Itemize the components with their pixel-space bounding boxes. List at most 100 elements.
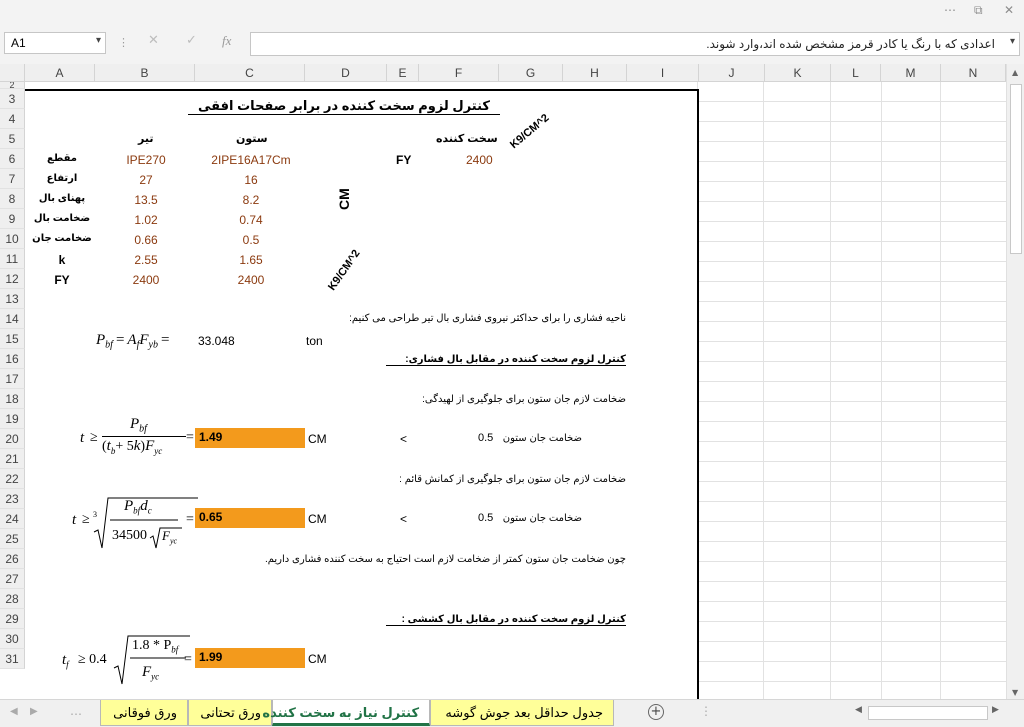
- tab-scroll-right-icon[interactable]: ▶: [30, 706, 38, 717]
- required-web-thickness-crippling[interactable]: 1.49: [195, 428, 305, 448]
- expand-formula-icon[interactable]: ▾: [1010, 36, 1015, 47]
- row-header[interactable]: 28: [0, 589, 25, 609]
- formula-tensile: tf ≥ 0.4 1.8 * Pbf Fyc =: [62, 634, 194, 686]
- row-header[interactable]: 7: [0, 169, 25, 189]
- row-header[interactable]: 16: [0, 349, 25, 369]
- beam-value[interactable]: 2400: [96, 273, 196, 287]
- column-value[interactable]: 1.65: [196, 253, 306, 267]
- row-header[interactable]: 23: [0, 489, 25, 509]
- tab-weld-table[interactable]: جدول حداقل بعد جوش گوشه: [430, 700, 614, 726]
- column-value[interactable]: 0.5: [196, 233, 306, 247]
- sheet-tab-bar: ◀ ▶ … ورق فوقانی ورق تحتانی کنترل نیاز ب…: [0, 699, 1024, 727]
- row-header[interactable]: 3: [0, 89, 25, 109]
- formula-bar-separator-icon[interactable]: ⋮: [118, 36, 129, 49]
- r19-unit: CM: [308, 432, 327, 446]
- beam-value[interactable]: 0.66: [96, 233, 196, 247]
- row-header[interactable]: 22: [0, 469, 25, 489]
- vertical-scrollbar[interactable]: ▲ ▼: [1006, 64, 1024, 699]
- pbf-unit: ton: [306, 334, 323, 348]
- horizontal-scrollbar[interactable]: [868, 706, 988, 720]
- spreadsheet-grid[interactable]: ABCDEFGHIJKLMN 2 3 4 5 6 7 8 9 10 11 12 13 14 15 16 17 1…: [0, 64, 1006, 699]
- row-header[interactable]: 25: [0, 529, 25, 549]
- row-header[interactable]: 21: [0, 449, 25, 469]
- column-header[interactable]: I: [627, 64, 699, 82]
- row-header[interactable]: 11: [0, 249, 25, 269]
- column-header[interactable]: N: [941, 64, 1006, 82]
- tab-top-plate[interactable]: ورق فوقانی: [100, 700, 188, 726]
- row-header[interactable]: 17: [0, 369, 25, 389]
- required-web-thickness-buckling[interactable]: 0.65: [195, 508, 305, 528]
- row13-text: ناحیه فشاری را برای حداکثر نیروی فشاری ب…: [349, 313, 626, 324]
- row-header[interactable]: 2: [0, 82, 25, 89]
- row-header[interactable]: 30: [0, 629, 25, 649]
- column-header[interactable]: D: [305, 64, 387, 82]
- column-header[interactable]: F: [419, 64, 499, 82]
- row-header[interactable]: 19: [0, 409, 25, 429]
- row-header[interactable]: 8: [0, 189, 25, 209]
- more-tabs-icon[interactable]: …: [70, 704, 82, 718]
- row25-text: چون ضخامت جان ستون کمتر از ضخامت لازم اس…: [264, 554, 626, 565]
- row-header[interactable]: 15: [0, 329, 25, 349]
- row-header[interactable]: 29: [0, 609, 25, 629]
- column-value[interactable]: 16: [196, 173, 306, 187]
- row-header[interactable]: 26: [0, 549, 25, 569]
- column-header[interactable]: H: [563, 64, 627, 82]
- row-header[interactable]: 14: [0, 309, 25, 329]
- formula-input[interactable]: اعدادی که با رنگ یا کادر قرمز مشخص شده ا…: [250, 32, 1020, 56]
- beam-value[interactable]: 27: [96, 173, 196, 187]
- column-value[interactable]: 0.74: [196, 213, 306, 227]
- column-value[interactable]: 2IPE16A17Cm: [196, 153, 306, 167]
- column-header[interactable]: C: [195, 64, 305, 82]
- row-header[interactable]: 31: [0, 649, 25, 669]
- row-header[interactable]: 10: [0, 229, 25, 249]
- scroll-thumb[interactable]: [1010, 84, 1022, 254]
- row-header[interactable]: 24: [0, 509, 25, 529]
- scroll-up-icon[interactable]: ▲: [1012, 68, 1018, 77]
- row-header[interactable]: 13: [0, 289, 25, 309]
- beam-value[interactable]: 1.02: [96, 213, 196, 227]
- restore-window-icon[interactable]: ⧉: [974, 3, 983, 18]
- close-window-icon[interactable]: ✕: [1004, 3, 1014, 17]
- column-header[interactable]: G: [499, 64, 563, 82]
- chevron-down-icon[interactable]: ▾: [96, 35, 101, 46]
- cancel-icon[interactable]: ✕: [148, 33, 159, 48]
- r23-unit: CM: [308, 512, 327, 526]
- row-header[interactable]: 6: [0, 149, 25, 169]
- tab-scroll-left-icon[interactable]: ◀: [10, 706, 18, 717]
- name-box[interactable]: A1 ▾: [4, 32, 106, 54]
- row-header[interactable]: 20: [0, 429, 25, 449]
- beam-value[interactable]: 2.55: [96, 253, 196, 267]
- r19-compare: <: [400, 432, 408, 446]
- beam-value[interactable]: 13.5: [96, 193, 196, 207]
- row-header[interactable]: 4: [0, 109, 25, 129]
- hscroll-right-icon[interactable]: ▶: [992, 705, 999, 715]
- beam-value[interactable]: IPE270: [96, 153, 196, 167]
- scroll-down-icon[interactable]: ▼: [1012, 688, 1018, 697]
- more-options-icon[interactable]: ⋯: [944, 3, 956, 17]
- tab-stiffener-check[interactable]: کنترل نیاز به سخت کننده: [262, 700, 430, 726]
- column-value[interactable]: 2400: [196, 273, 306, 287]
- column-header[interactable]: A: [25, 64, 95, 82]
- required-flange-thickness[interactable]: 1.99: [195, 648, 305, 668]
- select-all-corner[interactable]: [0, 64, 25, 82]
- tab-splitter-icon[interactable]: ⋮: [700, 704, 712, 718]
- tab-bottom-plate[interactable]: ورق تحتانی: [188, 700, 272, 726]
- row-header[interactable]: 9: [0, 209, 25, 229]
- column-header[interactable]: M: [881, 64, 941, 82]
- enter-check-icon[interactable]: ✓: [186, 33, 197, 48]
- r23-web-text: ضخامت جان ستون: [502, 513, 582, 524]
- row-header[interactable]: 12: [0, 269, 25, 289]
- column-header[interactable]: E: [387, 64, 419, 82]
- add-sheet-icon[interactable]: +: [648, 704, 664, 720]
- hscroll-left-icon[interactable]: ◀: [855, 705, 862, 715]
- column-value[interactable]: 8.2: [196, 193, 306, 207]
- column-header[interactable]: L: [831, 64, 881, 82]
- row-header[interactable]: 27: [0, 569, 25, 589]
- header-stiffener: سخت کننده: [436, 133, 498, 145]
- column-header[interactable]: J: [699, 64, 765, 82]
- column-header[interactable]: B: [95, 64, 195, 82]
- column-header[interactable]: K: [765, 64, 831, 82]
- row-header[interactable]: 5: [0, 129, 25, 149]
- row-header[interactable]: 18: [0, 389, 25, 409]
- insert-function-icon[interactable]: fx: [222, 33, 231, 49]
